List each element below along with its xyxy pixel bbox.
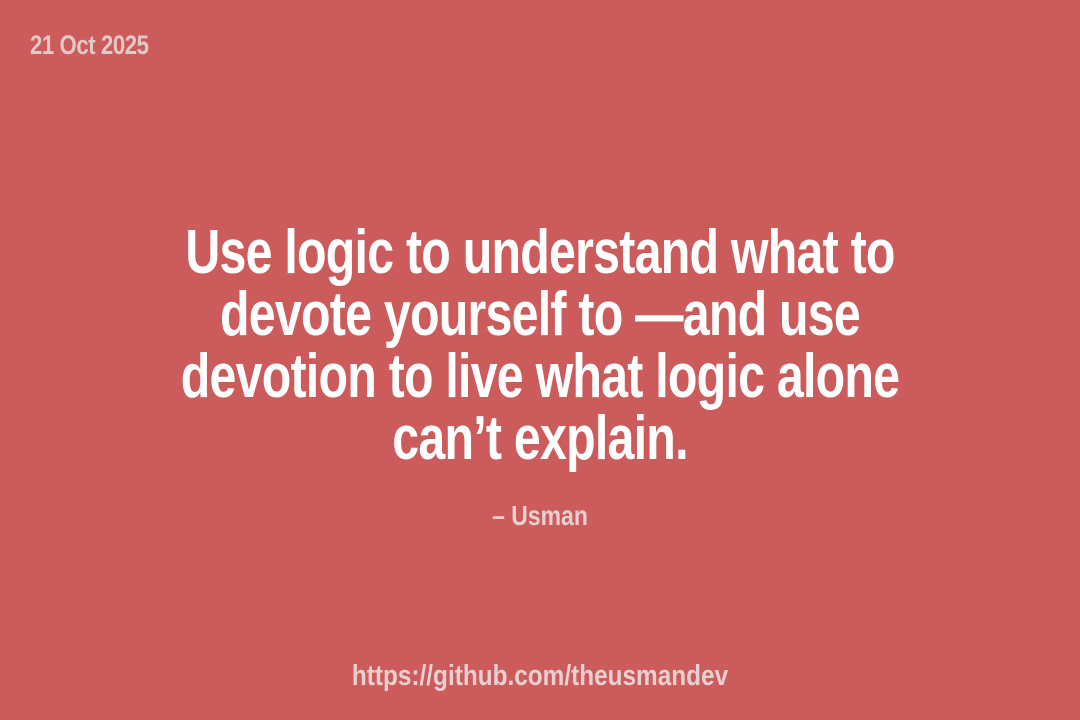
quote-text: Use logic to understand what to devote y… — [0, 222, 1080, 470]
quote-line: devotion to live what logic alone — [180, 342, 900, 411]
quote-line: can’t explain. — [392, 404, 688, 473]
quote-line: devote yourself to —and use — [219, 280, 861, 349]
quote-author: – Usman — [492, 500, 588, 531]
github-link[interactable]: https://github.com/theusmandev — [86, 660, 993, 693]
quote-block: Use logic to understand what to devote y… — [0, 222, 1080, 532]
quote-card: 21 Oct 2025 Use logic to understand what… — [0, 0, 1080, 720]
quote-line: Use logic to understand what to — [185, 218, 895, 287]
date-label: 21 Oct 2025 — [30, 30, 149, 60]
